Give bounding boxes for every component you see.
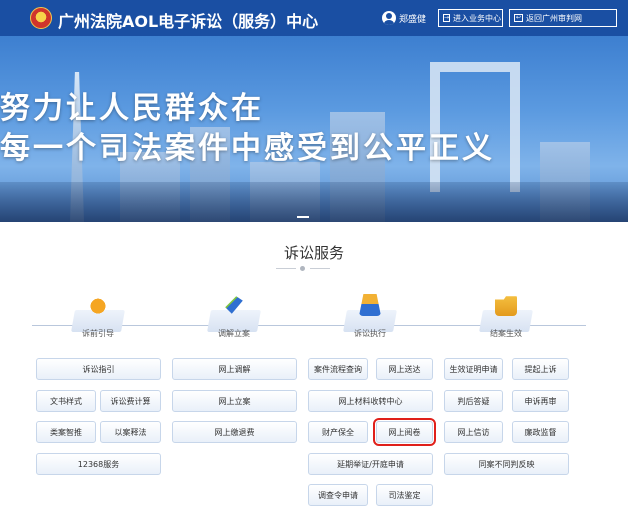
title-divider-right (310, 268, 330, 269)
category-label: 诉讼执行 (354, 329, 386, 338)
site-title: 广州法院AOL电子诉讼（服务）中心 (58, 12, 319, 31)
user-avatar-icon[interactable] (382, 11, 396, 25)
return-icon: ↩ (514, 14, 523, 22)
online-filing-button[interactable]: 网上立案 (172, 390, 297, 412)
back-label: 返回广州审判网 (526, 13, 582, 23)
gavel-icon (359, 294, 381, 316)
hotline-12368-button[interactable]: 12368服务 (36, 453, 161, 475)
file-appeal-button[interactable]: 提起上诉 (512, 358, 569, 380)
guide-icon (87, 294, 109, 316)
business-center-label: 进入业务中心 (453, 13, 502, 23)
judicial-appraisal-button[interactable]: 司法鉴定 (376, 484, 433, 506)
petition-retrial-button[interactable]: 申诉再审 (512, 390, 569, 412)
online-petition-button[interactable]: 网上信访 (444, 421, 503, 443)
materials-transfer-center-button[interactable]: 网上材料收转中心 (308, 390, 433, 412)
court-emblem-icon (30, 7, 52, 29)
inconsistent-judgment-report-button[interactable]: 同案不同判反映 (444, 453, 569, 475)
online-file-review-button[interactable]: 网上阅卷 (373, 418, 436, 446)
category-pre-litigation[interactable]: 诉前引导 (63, 290, 133, 340)
property-preservation-button[interactable]: 财产保全 (308, 421, 368, 443)
user-name[interactable]: 郑盛健 (399, 12, 426, 25)
carousel-indicator[interactable] (297, 216, 309, 218)
category-mediation-filing[interactable]: 调解立案 (199, 290, 269, 340)
investigation-order-button[interactable]: 调查令申请 (308, 484, 368, 506)
folder-icon (495, 296, 517, 316)
banner-slogan-line1: 努力让人民群众在 (0, 91, 264, 126)
enter-icon: → (443, 14, 451, 22)
extension-hearing-request-button[interactable]: 延期举证/开庭申请 (308, 453, 433, 475)
case-progress-query-button[interactable]: 案件流程查询 (308, 358, 368, 380)
back-to-court-site-button[interactable]: ↩ 返回广州审判网 (509, 9, 617, 27)
document-templates-button[interactable]: 文书样式 (36, 390, 96, 412)
online-mediation-button[interactable]: 网上调解 (172, 358, 297, 380)
integrity-supervision-button[interactable]: 廉政监督 (512, 421, 569, 443)
category-case-closure[interactable]: 结案生效 (471, 290, 541, 340)
category-label: 诉前引导 (82, 329, 114, 338)
category-label: 调解立案 (218, 329, 250, 338)
banner-foreground (0, 182, 628, 222)
section-title: 诉讼服务 (283, 244, 344, 262)
effective-certificate-button[interactable]: 生效证明申请 (444, 358, 503, 380)
similar-case-push-button[interactable]: 类案智推 (36, 421, 96, 443)
title-divider-dot (300, 266, 305, 271)
hero-banner: 努力让人民群众在 每一个司法案件中感受到公平正义 (0, 36, 628, 222)
category-label: 结案生效 (490, 329, 522, 338)
business-center-button[interactable]: → 进入业务中心 (438, 9, 503, 27)
fee-calculator-button[interactable]: 诉讼费计算 (100, 390, 161, 412)
title-divider-left (276, 268, 296, 269)
online-service-delivery-button[interactable]: 网上送达 (376, 358, 433, 380)
online-fee-payment-button[interactable]: 网上缴退费 (172, 421, 297, 443)
banner-slogan-line2: 每一个司法案件中感受到公平正义 (0, 131, 495, 166)
law-by-case-button[interactable]: 以案释法 (100, 421, 161, 443)
top-header: 广州法院AOL电子诉讼（服务）中心 郑盛健 → 进入业务中心 ↩ 返回广州审判网 (0, 0, 628, 36)
post-judgment-qa-button[interactable]: 判后答疑 (444, 390, 503, 412)
category-litigation-execution[interactable]: 诉讼执行 (335, 290, 405, 340)
litigation-guide-button[interactable]: 诉讼指引 (36, 358, 161, 380)
